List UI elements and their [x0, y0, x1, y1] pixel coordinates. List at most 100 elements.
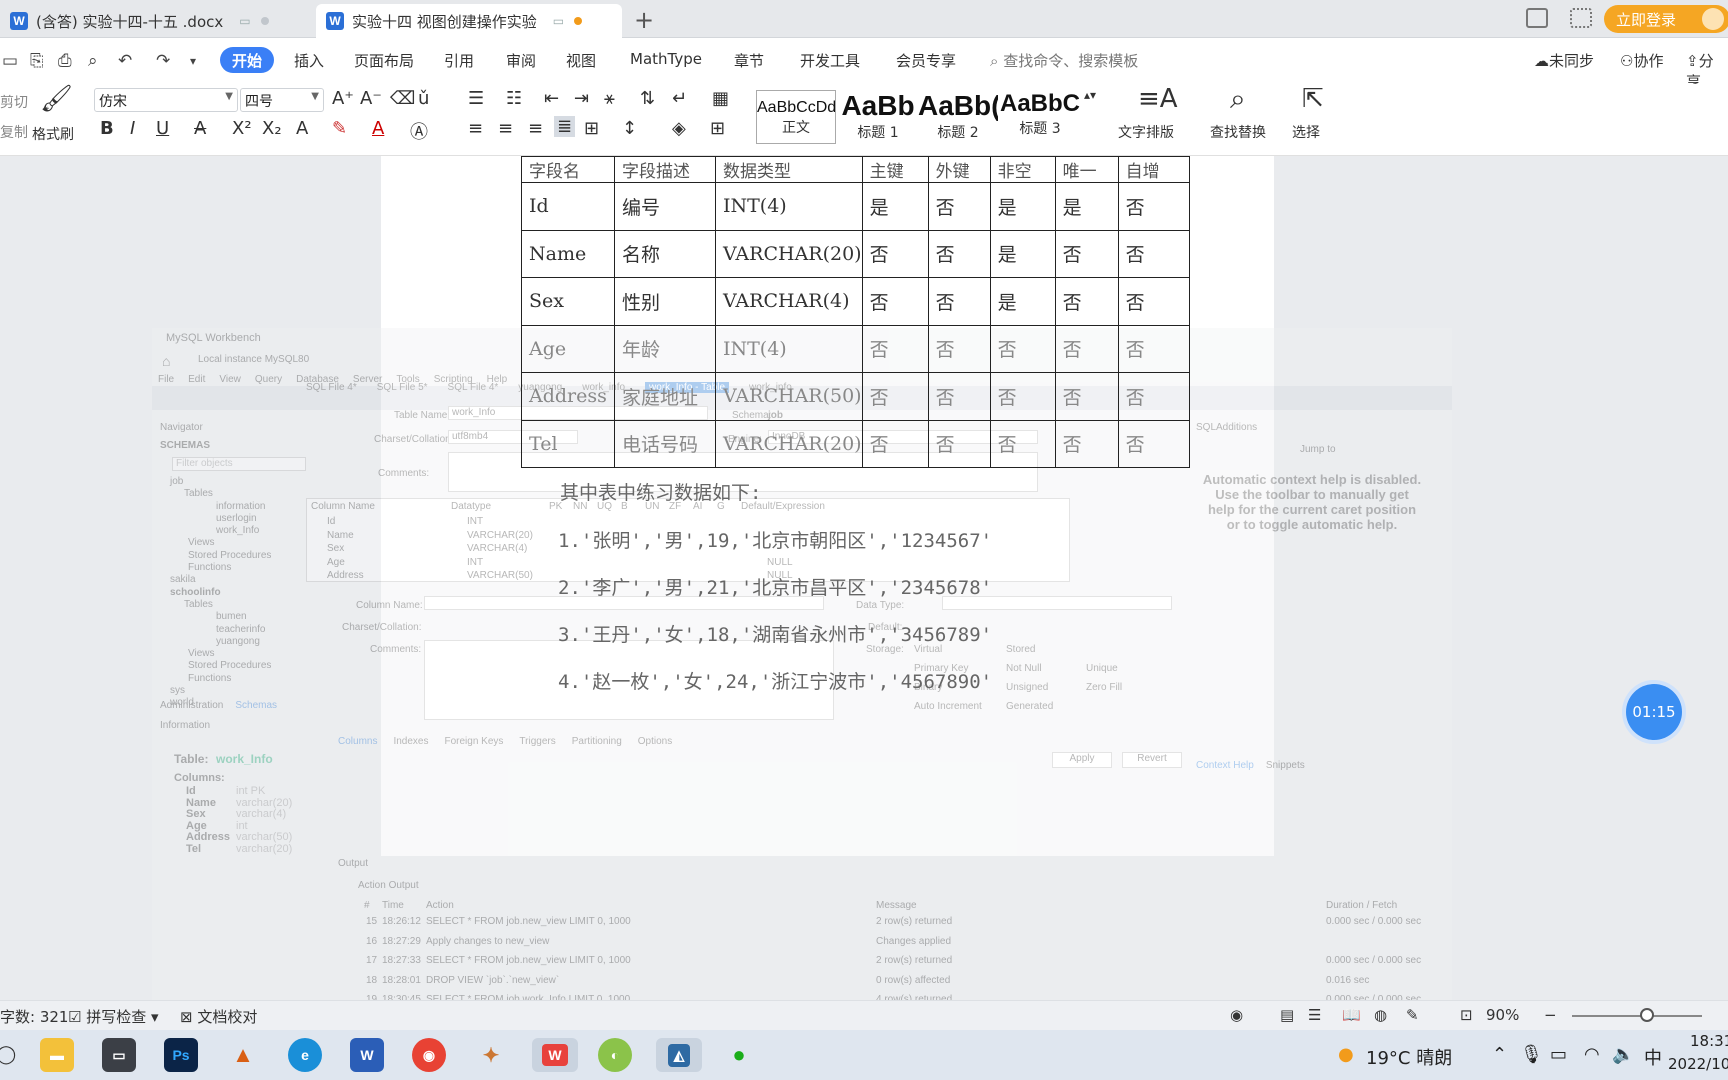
login-button[interactable]: 立即登录 — [1604, 5, 1728, 33]
zoom-out-icon[interactable]: − — [1544, 1006, 1557, 1024]
jump-to-select[interactable]: Jump to — [1300, 444, 1336, 455]
document-tab-1[interactable]: W (含答) 实验十四-十五 .docx ▭ — [0, 4, 279, 38]
workbench-taskbar-button[interactable]: ◭ — [656, 1038, 702, 1072]
apply-button[interactable]: Apply — [1052, 752, 1112, 768]
photoshop-icon[interactable]: Ps — [164, 1038, 198, 1072]
copy-button[interactable]: 复制 — [0, 122, 28, 142]
outline-view-icon[interactable]: ☰ — [1308, 1006, 1321, 1024]
fit-page-icon[interactable]: ⊡ — [1460, 1006, 1473, 1024]
action-output-select[interactable]: Action Output — [358, 880, 419, 891]
wechat-icon[interactable]: ● — [722, 1038, 756, 1072]
style-heading-2[interactable]: AaBb( 标题 2 — [918, 90, 998, 144]
apps-grid-icon[interactable] — [1570, 8, 1592, 28]
print-icon[interactable]: ⎙ — [58, 51, 72, 71]
instance-tab[interactable]: Local instance MySQL80 — [198, 354, 309, 365]
align-center-icon[interactable]: ≡ — [498, 118, 513, 139]
sort-icon[interactable]: ⇅ — [640, 88, 655, 109]
collaborate-button[interactable]: ⚇协作 — [1620, 50, 1663, 71]
command-search[interactable]: ⌕ 查找命令、搜索模板 — [990, 50, 1138, 71]
char-border-icon[interactable]: Ⓐ — [410, 118, 428, 144]
word-count[interactable]: 字数: 321 — [0, 1006, 68, 1027]
weather-text[interactable]: 19°C 晴朗 — [1366, 1044, 1452, 1070]
save-icon[interactable]: ⎘ — [30, 51, 44, 71]
redo-icon[interactable]: ↷ — [156, 51, 170, 71]
terminal-icon[interactable]: ▭ — [102, 1038, 136, 1072]
text-layout-button[interactable]: 文字排版 — [1118, 122, 1174, 142]
print-preview-icon[interactable]: ⌕ — [88, 51, 98, 71]
strikethrough-icon[interactable]: A — [194, 118, 206, 139]
file-menu-icon[interactable]: ▭ — [2, 51, 18, 71]
justify-icon[interactable]: ≣ — [554, 116, 576, 137]
chrome-icon[interactable]: ◉ — [412, 1038, 446, 1072]
wifi-icon[interactable]: ◠ — [1584, 1044, 1600, 1065]
document-tab-2[interactable]: W 实验十四 视图创建操作实验 ▭ — [316, 4, 622, 38]
eye-protection-icon[interactable]: ◉ — [1230, 1006, 1243, 1024]
font-color-icon[interactable]: A — [372, 118, 384, 139]
home-icon[interactable]: ⌂ — [162, 353, 170, 369]
green-app-icon[interactable]: ◐ — [598, 1038, 632, 1072]
menu-review[interactable]: 审阅 — [506, 50, 536, 71]
write-view-icon[interactable]: ✎ — [1406, 1006, 1419, 1024]
read-view-icon[interactable]: 📖 — [1342, 1006, 1361, 1024]
increase-indent-icon[interactable]: ⇥ — [574, 88, 589, 109]
schema-filter-input[interactable]: Filter objects — [172, 457, 306, 471]
web-view-icon[interactable]: ◍ — [1374, 1006, 1387, 1024]
style-heading-3[interactable]: AaBbC 标题 3 — [1000, 90, 1080, 144]
bold-icon[interactable]: B — [100, 118, 114, 139]
grow-font-icon[interactable]: A⁺ — [332, 88, 354, 109]
chevron-down-icon[interactable]: ▾ — [190, 54, 196, 68]
file-explorer-icon[interactable]: ▬ — [40, 1038, 74, 1072]
schema-tree[interactable]: job Tables information userlogin work_In… — [170, 476, 271, 710]
microphone-icon[interactable]: 🎙 — [1520, 1044, 1543, 1065]
menu-mathtype[interactable]: MathType — [630, 50, 702, 68]
show-marks-icon[interactable]: ↵ — [672, 88, 687, 109]
menu-insert[interactable]: 插入 — [294, 50, 324, 71]
menu-view[interactable]: 视图 — [566, 50, 596, 71]
doc-proof-button[interactable]: ⊠ 文档校对 — [180, 1006, 257, 1027]
font-family-select[interactable]: 仿宋 ▼ — [94, 88, 238, 112]
menu-member[interactable]: 会员专享 — [896, 50, 956, 71]
shading-icon[interactable]: ◈ — [672, 118, 686, 139]
superscript-icon[interactable]: X² — [232, 118, 252, 139]
underline-icon[interactable]: U — [156, 118, 169, 139]
clock-date[interactable]: 2022/10 — [1668, 1055, 1728, 1073]
distribute-icon[interactable]: ⊞ — [584, 118, 599, 139]
cut-button[interactable]: 剪切 — [0, 92, 28, 112]
new-tab-button[interactable]: + — [634, 6, 654, 34]
tray-expand-icon[interactable]: ⌃ — [1492, 1044, 1507, 1065]
menu-start-tab[interactable]: 开始 — [220, 47, 274, 73]
menu-developer[interactable]: 开发工具 — [800, 50, 860, 71]
chinese-layout-icon[interactable]: ⚹ — [604, 88, 615, 109]
style-heading-1[interactable]: AaBb 标题 1 — [838, 90, 918, 144]
zoom-level[interactable]: 90% — [1486, 1006, 1519, 1024]
borders-icon[interactable]: ⊞ — [710, 118, 725, 139]
format-painter-button[interactable]: 格式刷 — [32, 124, 74, 144]
zoom-slider-handle[interactable] — [1640, 1008, 1654, 1022]
sync-status[interactable]: ☁未同步 — [1534, 50, 1594, 71]
menu-chapter[interactable]: 章节 — [734, 50, 764, 71]
subscript-icon[interactable]: X₂ — [262, 118, 282, 139]
styles-scroll-icon[interactable]: ▴▾ — [1084, 88, 1096, 102]
ime-indicator[interactable]: 中 — [1644, 1044, 1662, 1070]
decrease-indent-icon[interactable]: ⇤ — [544, 88, 559, 109]
battery-icon[interactable]: ▭ — [1550, 1044, 1567, 1065]
align-right-icon[interactable]: ≡ — [528, 118, 543, 139]
spell-check-toggle[interactable]: ☑ 拼写检查 ▾ — [68, 1006, 159, 1027]
undo-icon[interactable]: ↶ — [118, 51, 132, 71]
menu-references[interactable]: 引用 — [444, 50, 474, 71]
paint-icon[interactable]: ✦ — [474, 1038, 508, 1072]
zoom-slider[interactable] — [1572, 1015, 1702, 1017]
italic-icon[interactable]: I — [130, 118, 135, 139]
clear-format-icon[interactable]: ⌫ — [390, 88, 415, 109]
shrink-font-icon[interactable]: A⁻ — [360, 88, 382, 109]
clock-time[interactable]: 18:31 — [1690, 1032, 1728, 1050]
context-tabs[interactable]: Context Help Snippets — [1196, 760, 1305, 771]
select-button[interactable]: 选择 — [1292, 122, 1320, 142]
highlight-icon[interactable]: ✎ — [332, 118, 347, 139]
word-icon[interactable]: W — [350, 1038, 384, 1072]
ruler-icon[interactable]: ▦ — [712, 88, 729, 109]
align-left-icon[interactable]: ≡ — [468, 118, 483, 139]
editor-bottom-tabs[interactable]: Columns Indexes Foreign Keys Triggers Partit… — [338, 736, 672, 747]
volume-icon[interactable]: 🔈 — [1612, 1044, 1634, 1065]
output-rows[interactable]: 15 18:26:12 SELECT * FROM job.new_view LIM… — [352, 912, 1421, 1010]
